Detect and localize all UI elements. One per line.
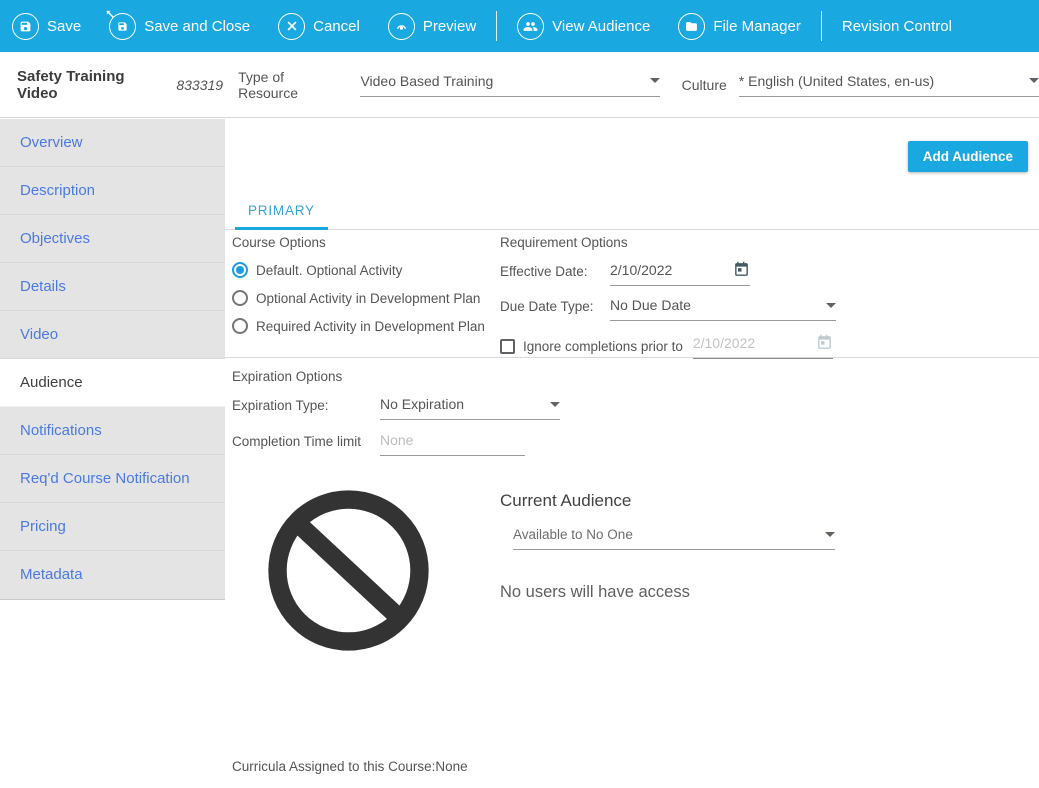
expiration-options-section: Expiration Options Expiration Type: No E…: [232, 369, 560, 456]
effective-date-input[interactable]: 2/10/2022: [610, 261, 750, 286]
effective-date-value: 2/10/2022: [610, 262, 673, 278]
preview-button[interactable]: Preview: [387, 12, 477, 40]
calendar-icon[interactable]: [733, 261, 750, 278]
course-options-title: Course Options: [232, 235, 326, 250]
save-label: Save: [47, 17, 82, 35]
completion-time-limit-label: Completion Time limit: [232, 434, 362, 449]
expiration-options-title: Expiration Options: [232, 369, 343, 384]
add-audience-button[interactable]: Add Audience: [907, 141, 1028, 172]
type-of-resource-value: Video Based Training: [360, 72, 494, 89]
revision-control-button[interactable]: Revision Control: [842, 18, 952, 35]
ignore-completions-checkbox[interactable]: [500, 339, 515, 354]
effective-date-row: Effective Date: 2/10/2022: [500, 261, 836, 286]
curricula-assigned-note: Curricula Assigned to this Course:None: [232, 759, 468, 774]
calendar-icon: [816, 334, 833, 351]
ignore-completions-label: Ignore completions prior to: [523, 339, 683, 354]
expiration-type-label: Expiration Type:: [232, 398, 329, 413]
toolbar-divider: [496, 11, 498, 41]
expiration-type-row: Expiration Type: No Expiration: [232, 396, 560, 420]
availability-value: Available to No One: [513, 527, 633, 542]
radio-icon: [232, 262, 248, 278]
ignore-completions-date-input: 2/10/2022: [692, 334, 833, 359]
course-title: Safety Training Video: [17, 67, 125, 102]
ignore-completions-date-value: 2/10/2022: [692, 335, 756, 351]
chevron-down-icon: [649, 78, 660, 83]
due-date-type-row: Due Date Type: No Due Date: [500, 297, 836, 321]
culture-select[interactable]: * English (United States, en-us): [738, 72, 1039, 97]
prohibition-icon: [265, 487, 432, 659]
availability-select[interactable]: Available to No One: [513, 527, 835, 550]
chevron-down-icon: [825, 532, 835, 537]
no-access-message: No users will have access: [500, 583, 690, 601]
radio-icon: [232, 318, 248, 334]
save-and-close-button[interactable]: Save and Close: [106, 9, 251, 40]
cancel-icon: [278, 12, 306, 40]
save-and-close-label: Save and Close: [144, 17, 251, 35]
sidebar-item-pricing[interactable]: Pricing: [0, 503, 225, 551]
expiration-type-value: No Expiration: [380, 396, 465, 412]
file-manager-icon: [678, 12, 706, 40]
save-button[interactable]: Save: [12, 12, 82, 40]
chevron-down-icon: [550, 401, 560, 407]
completion-time-limit-row: Completion Time limit None: [232, 432, 560, 456]
sidebar-item-overview[interactable]: Overview: [0, 119, 225, 167]
course-header: Safety Training Video 833319 Type of Res…: [0, 52, 1039, 118]
requirement-options-title: Requirement Options: [500, 235, 628, 250]
revision-control-label: Revision Control: [841, 17, 952, 35]
file-manager-button[interactable]: File Manager: [678, 12, 801, 40]
current-audience-section: Current Audience Available to No One No …: [500, 491, 845, 602]
tab-primary[interactable]: PRIMARY: [235, 190, 328, 230]
preview-icon: [387, 12, 415, 40]
toolbar: Save Save and Close Cancel Preview View …: [0, 0, 1039, 52]
preview-label: Preview: [422, 17, 477, 35]
sidebar-item-notifications[interactable]: Notifications: [0, 407, 225, 455]
cancel-button[interactable]: Cancel: [278, 12, 360, 40]
sidebar-item-details[interactable]: Details: [0, 263, 225, 311]
view-audience-icon: [517, 12, 545, 40]
culture-value: * English (United States, en-us): [738, 72, 935, 89]
due-date-type-label: Due Date Type:: [500, 299, 594, 314]
view-audience-button[interactable]: View Audience: [517, 12, 651, 40]
file-manager-label: File Manager: [713, 17, 801, 35]
audience-tabbar: PRIMARY: [225, 190, 1039, 230]
culture-label: Culture: [681, 76, 727, 93]
sidebar-item-metadata[interactable]: Metadata: [0, 551, 225, 599]
sidebar-item-reqd-course-notification[interactable]: Req'd Course Notification: [0, 455, 225, 503]
due-date-type-value: No Due Date: [610, 297, 691, 313]
radio-optional-activity-development-plan[interactable]: Optional Activity in Development Plan: [232, 290, 485, 306]
effective-date-label: Effective Date:: [500, 264, 588, 279]
radio-required-activity-development-plan[interactable]: Required Activity in Development Plan: [232, 318, 485, 334]
sidebar-item-video[interactable]: Video: [0, 311, 225, 359]
sidebar-item-objectives[interactable]: Objectives: [0, 215, 225, 263]
current-audience-heading: Current Audience: [500, 491, 632, 510]
type-of-resource-select[interactable]: Video Based Training: [360, 72, 660, 97]
view-audience-label: View Audience: [552, 17, 651, 35]
radio-label: Required Activity in Development Plan: [256, 318, 485, 334]
requirement-options-section: Requirement Options Effective Date: 2/10…: [500, 235, 836, 359]
options-panel: Course Options Default. Optional Activit…: [225, 230, 1039, 359]
course-id: 833319: [176, 76, 224, 93]
radio-label: Default. Optional Activity: [256, 262, 403, 278]
completion-time-limit-input[interactable]: None: [380, 432, 525, 456]
chevron-down-icon: [826, 302, 836, 308]
save-icon: [12, 12, 39, 40]
radio-label: Optional Activity in Development Plan: [256, 290, 481, 306]
sidebar-item-audience[interactable]: Audience: [0, 359, 225, 407]
ignore-completions-row: Ignore completions prior to 2/10/2022: [500, 334, 836, 359]
save-and-close-icon: [106, 9, 137, 40]
toolbar-divider: [820, 11, 822, 41]
radio-default-optional-activity[interactable]: Default. Optional Activity: [232, 262, 485, 278]
sidebar-item-description[interactable]: Description: [0, 167, 225, 215]
expiration-type-select[interactable]: No Expiration: [380, 396, 560, 420]
cancel-label: Cancel: [313, 17, 360, 35]
audience-panel: Add Audience PRIMARY Course Options Defa…: [225, 119, 1039, 788]
sidebar: Overview Description Objectives Details …: [0, 119, 225, 600]
course-editor-window: Save Save and Close Cancel Preview View …: [0, 0, 1039, 788]
completion-time-limit-placeholder: None: [380, 432, 414, 448]
radio-icon: [232, 290, 248, 306]
type-of-resource-label: Type of Resource: [238, 68, 298, 101]
course-options-section: Course Options Default. Optional Activit…: [232, 235, 485, 334]
due-date-type-select[interactable]: No Due Date: [610, 297, 836, 321]
chevron-down-icon: [1029, 78, 1039, 83]
